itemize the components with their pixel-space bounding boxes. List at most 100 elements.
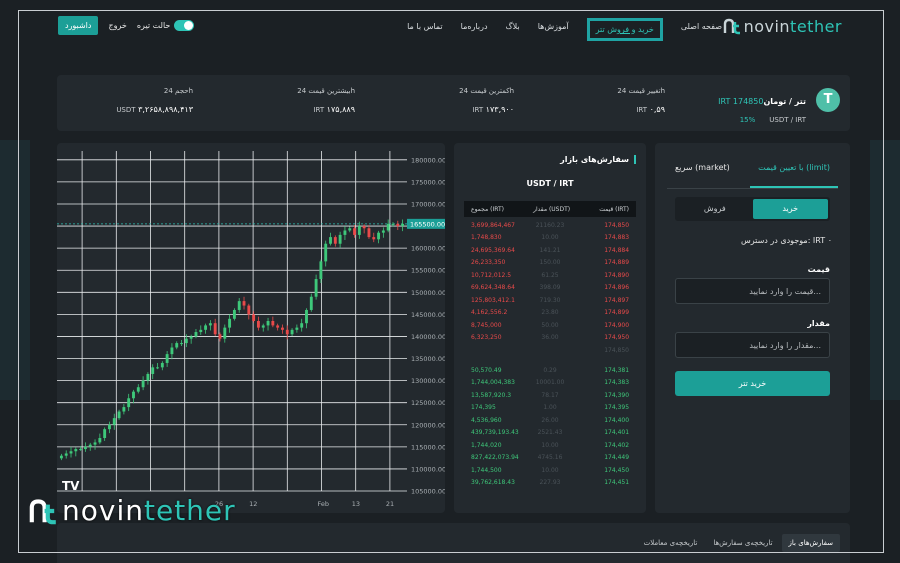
buy-tether-button[interactable]: خرید تتر bbox=[675, 371, 830, 396]
bid-row[interactable]: 13,587,920.3 78.17 174,390 bbox=[464, 389, 636, 402]
candle-body bbox=[170, 347, 174, 355]
bid-row[interactable]: 4,536,960 26.00 174,400 bbox=[464, 414, 636, 427]
brand-logo[interactable]: novintether bbox=[722, 14, 842, 38]
candle-body bbox=[305, 309, 308, 324]
y-tick-label: 135000.00 bbox=[411, 355, 445, 363]
candle-body bbox=[276, 325, 280, 328]
bid-total: 174,395 bbox=[471, 404, 496, 412]
y-tick-label: 120000.00 bbox=[411, 421, 445, 429]
bid-row[interactable]: 1,744,500 10.00 174,450 bbox=[464, 464, 636, 477]
bid-row[interactable]: 827,422,073.94 4745.16 174,449 bbox=[464, 452, 636, 465]
ask-row[interactable]: 6,323,250 36.00 174,950 bbox=[464, 332, 636, 345]
ask-total: 26,233,350 bbox=[471, 259, 506, 267]
ask-row[interactable]: 125,803,412.1 719.30 174,897 bbox=[464, 294, 636, 307]
bid-price: 174,383 bbox=[604, 379, 630, 387]
candle-body bbox=[127, 398, 131, 408]
dark-mode-toggle[interactable]: حالت تیره bbox=[137, 19, 195, 31]
candle-body bbox=[93, 442, 97, 445]
tab-trade-history[interactable]: تاریخچه‌ی معاملات bbox=[637, 534, 705, 552]
candle-body bbox=[261, 325, 265, 328]
ask-price: 174,899 bbox=[604, 309, 630, 317]
tab-open-orders[interactable]: سفارش‌های باز bbox=[781, 534, 840, 552]
ask-amount: 398.09 bbox=[539, 284, 561, 292]
ask-amount: 23.80 bbox=[541, 309, 559, 317]
ask-price: 174,897 bbox=[604, 296, 630, 304]
bid-row[interactable]: 39,762,618.43 227.93 174,451 bbox=[464, 477, 636, 490]
stat-change: تغییر قیمت 24h IRT ۰,۵۹ bbox=[617, 87, 665, 114]
nav-item-tutorials[interactable]: آموزش‌ها bbox=[538, 22, 569, 31]
candle-body bbox=[285, 329, 289, 335]
dashboard-button[interactable]: داشبورد bbox=[58, 15, 99, 35]
bid-price: 174,402 bbox=[604, 441, 630, 449]
candle-body bbox=[180, 343, 183, 345]
candle-body bbox=[132, 391, 135, 399]
bid-row[interactable]: 439,739,193.43 2521.43 174,401 bbox=[464, 427, 636, 440]
watermark-text: novintether bbox=[62, 494, 236, 527]
price-chart[interactable]: 180000.00175000.00170000.00165000.001600… bbox=[57, 143, 445, 513]
candle-body bbox=[281, 327, 284, 330]
ask-price: 174,900 bbox=[604, 321, 630, 329]
bid-total: 50,570.49 bbox=[471, 366, 502, 374]
ask-amount: 21160.23 bbox=[535, 221, 565, 229]
tab-limit[interactable]: با تعیین قیمت (limit) bbox=[750, 157, 838, 188]
candle-body bbox=[324, 243, 328, 262]
ask-row[interactable]: 26,233,350 150.00 174,889 bbox=[464, 257, 636, 270]
ask-row[interactable]: 3,699,864,467 21160.23 174,850 bbox=[464, 219, 636, 232]
bid-price: 174,395 bbox=[604, 404, 630, 412]
background-band-right bbox=[870, 140, 900, 400]
candle-body bbox=[256, 321, 260, 328]
x-tick-label: 21 bbox=[386, 500, 394, 508]
nav-item-blog[interactable]: بلاگ bbox=[506, 22, 520, 31]
candle-body bbox=[112, 418, 116, 425]
price-input[interactable] bbox=[675, 278, 830, 304]
ask-row[interactable]: 8,745,000 50.00 174,900 bbox=[464, 319, 636, 332]
bid-row[interactable]: 1,744,020 10.00 174,402 bbox=[464, 439, 636, 452]
bid-row[interactable]: 50,570.49 0.29 174,381 bbox=[464, 364, 636, 377]
candle-body bbox=[367, 228, 371, 238]
nav-item-about[interactable]: درباره‌ما bbox=[461, 22, 488, 31]
tab-order-history[interactable]: تاریخچه‌ی سفارش‌ها bbox=[706, 534, 779, 552]
bid-price: 174,451 bbox=[604, 479, 630, 487]
bid-total: 1,744,004,383 bbox=[471, 379, 515, 387]
logout-link[interactable]: خروج bbox=[108, 21, 126, 30]
ask-total: 1,748,830 bbox=[471, 234, 502, 242]
candle-body bbox=[314, 279, 318, 297]
candle-body bbox=[396, 223, 400, 227]
buy-side-button[interactable]: خرید bbox=[752, 199, 828, 219]
sell-side-button[interactable]: فروش bbox=[677, 199, 753, 219]
amount-input[interactable] bbox=[675, 332, 830, 358]
candle-body bbox=[204, 325, 208, 330]
y-tick-label: 145000.00 bbox=[411, 311, 445, 319]
ask-row[interactable]: 10,712,012.5 61.25 174,890 bbox=[464, 269, 636, 282]
nav-item-contact[interactable]: تماس با ما bbox=[407, 22, 443, 31]
ask-row[interactable]: 24,695,369.64 141.21 174,884 bbox=[464, 244, 636, 257]
candle-body bbox=[184, 338, 188, 344]
ask-price: 174,890 bbox=[604, 271, 630, 279]
nav-item-buy-sell[interactable]: خرید و فروش تتر bbox=[586, 17, 663, 41]
toggle-switch-icon[interactable] bbox=[174, 19, 195, 31]
bid-price: 174,400 bbox=[604, 416, 630, 424]
trade-panel: با تعیین قیمت (limit) سریع (market) خرید… bbox=[655, 143, 850, 513]
bid-price: 174,449 bbox=[604, 454, 630, 462]
candle-body bbox=[108, 424, 111, 430]
bid-row[interactable]: 174,395 1.00 174,395 bbox=[464, 402, 636, 415]
nav-item-home[interactable]: صفحه اصلی bbox=[681, 22, 722, 31]
bid-total: 439,739,193.43 bbox=[471, 429, 519, 437]
candle-body bbox=[59, 455, 63, 459]
tether-icon bbox=[816, 88, 840, 112]
top-nav: novintether صفحه اصلی خرید و فروش تتر آم… bbox=[58, 14, 842, 41]
candle-body bbox=[194, 332, 198, 337]
tab-market[interactable]: سریع (market) bbox=[667, 157, 738, 188]
tradingview-logo[interactable]: TV bbox=[62, 479, 79, 493]
candle-body bbox=[69, 451, 73, 454]
candle-body bbox=[237, 301, 241, 310]
ask-row[interactable]: 1,748,830 10.00 174,883 bbox=[464, 232, 636, 245]
candle-body bbox=[88, 444, 92, 447]
bid-row[interactable]: 1,744,004,383 10001.00 174,383 bbox=[464, 377, 636, 390]
candlestick-chart-svg[interactable]: 180000.00175000.00170000.00165000.001600… bbox=[57, 143, 445, 513]
orders-section: سفارش‌های باز تاریخچه‌ی سفارش‌ها تاریخچه… bbox=[57, 523, 850, 563]
ask-row[interactable]: 69,624,348.64 398.09 174,896 bbox=[464, 282, 636, 295]
y-tick-label: 115000.00 bbox=[411, 443, 445, 451]
candle-body bbox=[189, 336, 193, 339]
ask-row[interactable]: 4,162,556.2 23.80 174,899 bbox=[464, 307, 636, 320]
